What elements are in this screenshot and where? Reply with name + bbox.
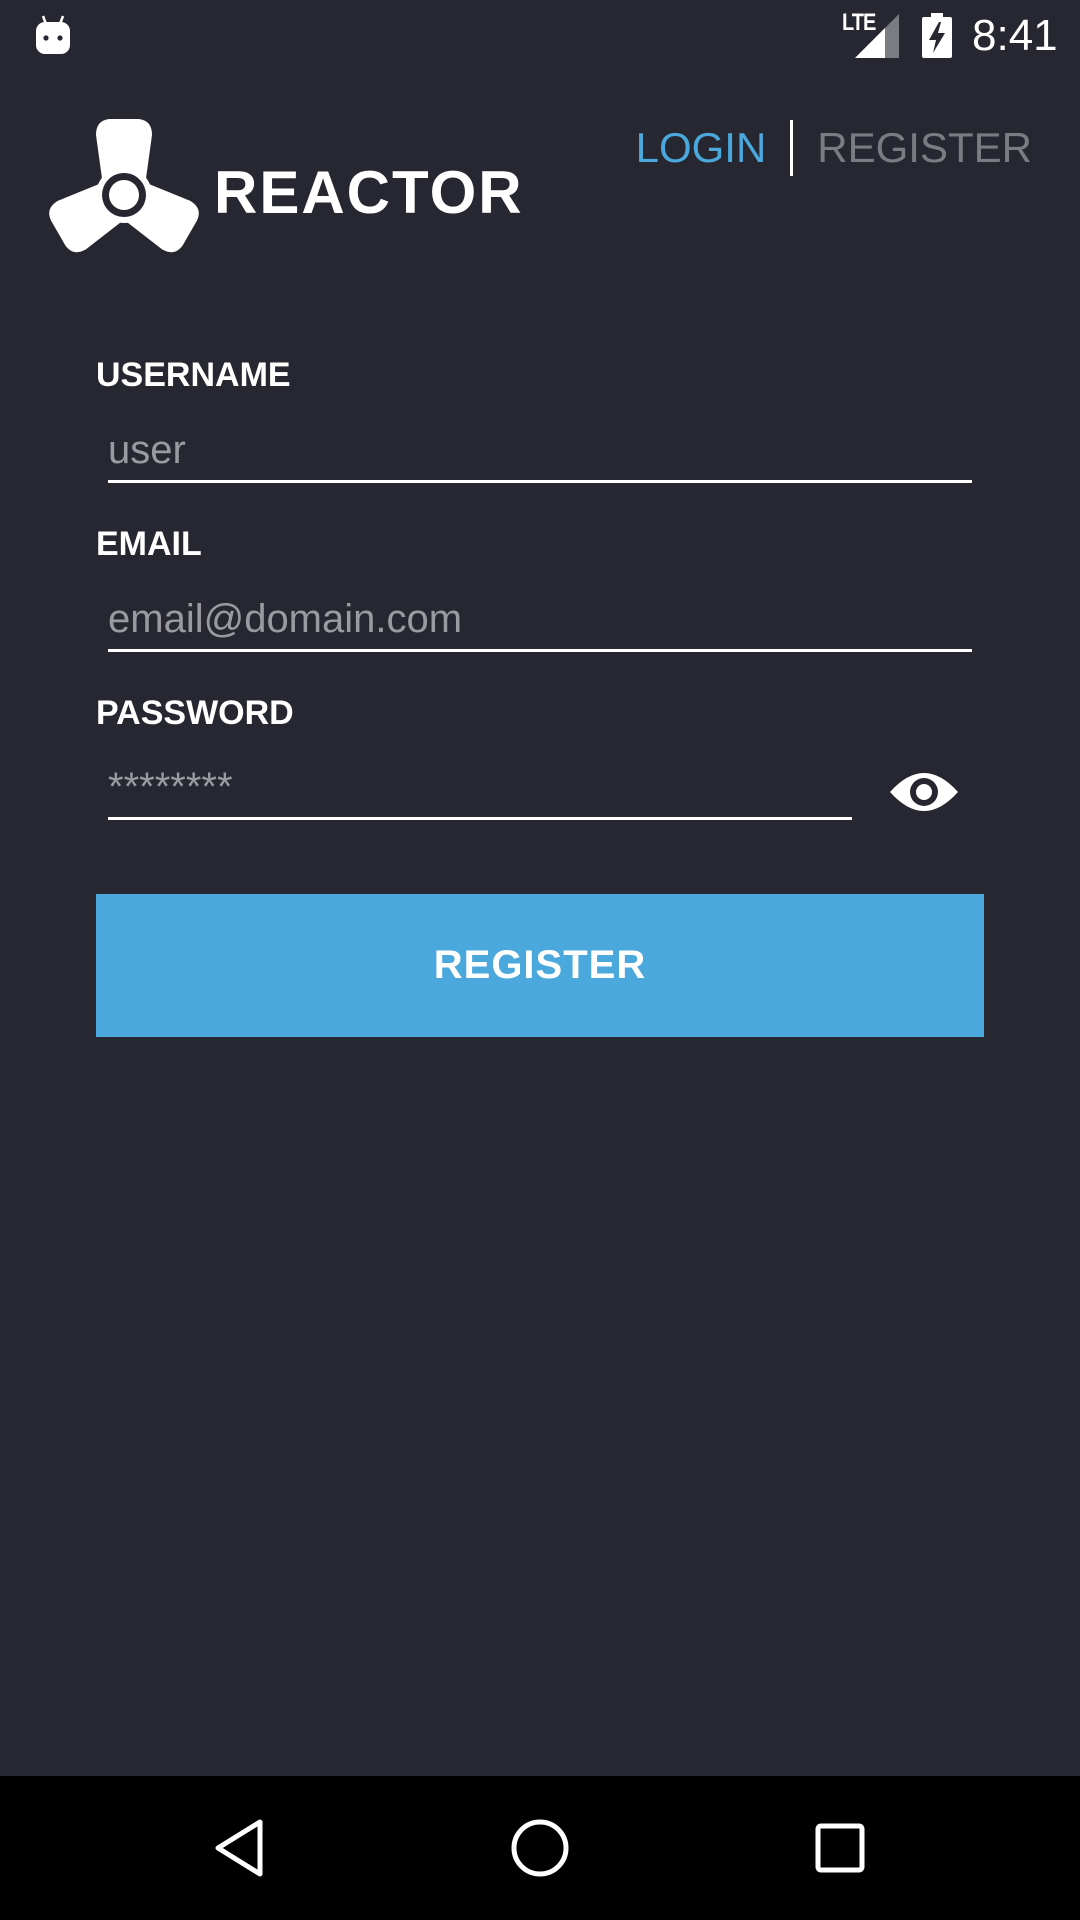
recents-icon[interactable] (804, 1812, 876, 1884)
navigation-bar (0, 1776, 1080, 1920)
eye-icon[interactable] (888, 766, 960, 818)
battery-charging-icon (922, 13, 952, 58)
reactor-logo-icon (49, 119, 199, 253)
tab-login[interactable]: LOGIN (636, 120, 767, 176)
brand-name: REACTOR (214, 159, 524, 226)
password-label: PASSWORD (96, 694, 294, 732)
username-input[interactable] (108, 420, 972, 483)
register-screen: LTE 8:41 REACTOR LOGIN REGISTER USERNAME… (0, 0, 1080, 1920)
email-input[interactable] (108, 589, 972, 652)
register-button[interactable]: REGISTER (96, 894, 984, 1037)
password-input[interactable] (108, 757, 852, 820)
back-icon[interactable] (204, 1812, 276, 1884)
android-icon (36, 15, 70, 54)
email-label: EMAIL (96, 525, 202, 563)
tab-register[interactable]: REGISTER (817, 120, 1032, 176)
username-label: USERNAME (96, 356, 291, 394)
signal-icon (855, 14, 899, 58)
status-clock: 8:41 (972, 11, 1058, 60)
tab-divider (790, 120, 794, 176)
home-icon[interactable] (504, 1812, 576, 1884)
auth-tabs: LOGIN REGISTER (636, 120, 1032, 176)
status-bar: LTE 8:41 (0, 0, 1080, 72)
